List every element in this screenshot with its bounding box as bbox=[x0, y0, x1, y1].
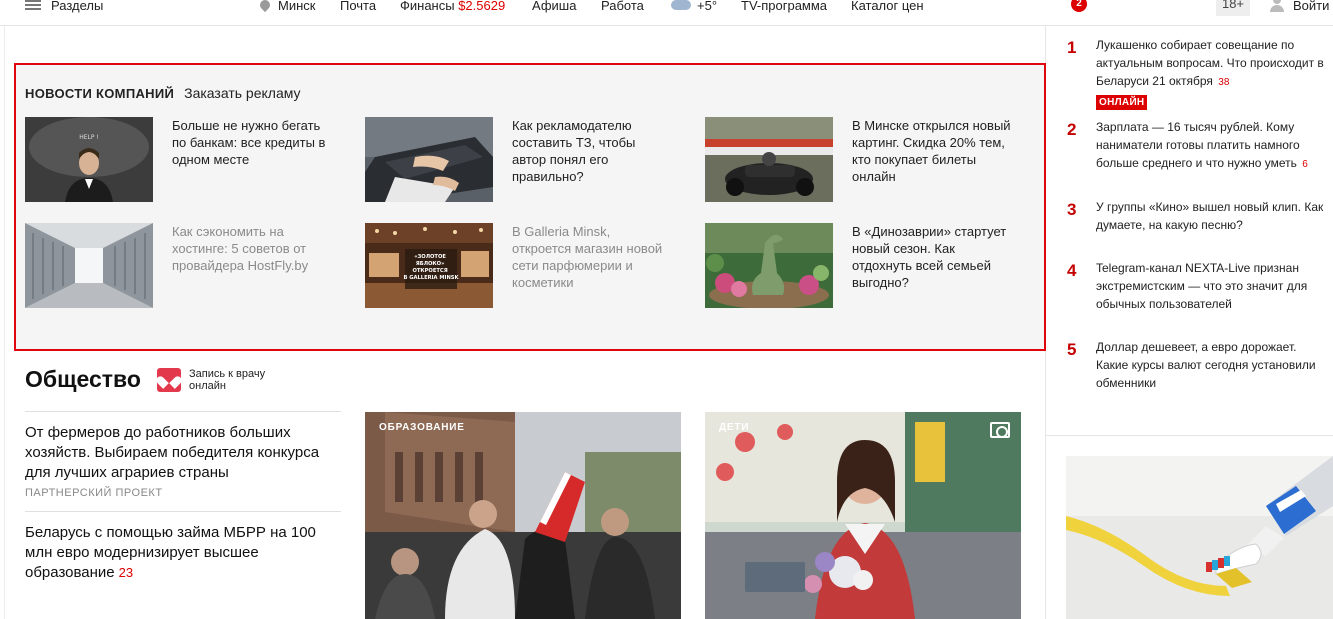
heart-icon[interactable] bbox=[157, 368, 181, 392]
menu-icon[interactable] bbox=[25, 0, 41, 10]
city-link[interactable]: Минск bbox=[257, 0, 316, 14]
news-headline-text: Беларусь с помощью займа МБРР на 100 млн… bbox=[25, 524, 316, 581]
card-headline: Как рекламодателю составить ТЗ, чтобы ав… bbox=[512, 118, 636, 184]
top-news-item[interactable]: 4 Telegram-канал NEXTA-Live признан экст… bbox=[1067, 259, 1333, 338]
society-news-list: От фермеров до работников больших хозяйс… bbox=[25, 411, 341, 595]
notification-badge[interactable]: 2 bbox=[1071, 0, 1087, 12]
company-news-card[interactable]: HELP ! Больше не нужно бегать по банкам:… bbox=[25, 117, 355, 207]
top-news-rank: 5 bbox=[1067, 340, 1077, 359]
section-title-society[interactable]: Общество bbox=[25, 366, 141, 393]
finance-label: Финансы bbox=[400, 0, 455, 13]
online-badge: ОНЛАЙН bbox=[1096, 95, 1148, 110]
photo-card-education[interactable]: ОБРАЗОВАНИЕ bbox=[365, 412, 681, 619]
temperature-label: +5° bbox=[697, 0, 718, 13]
top-news-list: 1 Лукашенко собирает совещание по актуал… bbox=[1067, 36, 1333, 408]
top-news-headline: Лукашенко собирает совещание по актуальн… bbox=[1096, 36, 1328, 110]
card-image: HELP ! bbox=[25, 117, 153, 202]
help-sign-text: HELP ! bbox=[79, 134, 99, 141]
top-news-headline: У группы «Кино» вышел новый клип. Как ду… bbox=[1096, 200, 1324, 232]
top-news-rank: 2 bbox=[1067, 120, 1077, 139]
card-headline: Как сэкономить на хостинге: 5 советов от… bbox=[172, 224, 309, 273]
currency-rate: $2.5629 bbox=[458, 0, 506, 13]
company-news-header: Новости компаний Заказать рекламу bbox=[25, 85, 301, 101]
partner-project-label: ПАРТНЕРСКИЙ ПРОЕКТ bbox=[25, 487, 163, 499]
top-news-headline: Доллар дешевеет, а евро дорожает. Какие … bbox=[1096, 340, 1316, 390]
card-headline: В Минске открылся новый картинг. Скидка … bbox=[852, 118, 1011, 184]
page-edge bbox=[4, 26, 5, 619]
weather-link[interactable]: +5° bbox=[671, 0, 717, 14]
right-column-divider bbox=[1046, 435, 1333, 436]
finance-link[interactable]: Финансы $2.5629 bbox=[400, 0, 505, 14]
price-catalog-link[interactable]: Каталог цен bbox=[851, 0, 924, 14]
company-news-card[interactable]: Как рекламодателю составить ТЗ, чтобы ав… bbox=[365, 117, 695, 207]
photo-category-tag[interactable]: ОБРАЗОВАНИЕ bbox=[379, 422, 465, 433]
list-item[interactable]: Беларусь с помощью займа МБРР на 100 млн… bbox=[25, 511, 341, 595]
top-news-rank: 1 bbox=[1067, 38, 1077, 57]
company-news-card[interactable]: В Минске открылся новый картинг. Скидка … bbox=[705, 117, 1035, 207]
comment-count[interactable]: 38 bbox=[1218, 77, 1229, 88]
news-headline: От фермеров до работников больших хозяйс… bbox=[25, 424, 320, 481]
city-label: Минск bbox=[278, 0, 316, 13]
top-news-text: Лукашенко собирает совещание по актуальн… bbox=[1096, 38, 1324, 88]
news-headline: Беларусь с помощью займа МБРР на 100 млн… bbox=[25, 523, 341, 583]
tv-program-link[interactable]: TV-программа bbox=[741, 0, 827, 14]
top-news-rank: 4 bbox=[1067, 261, 1077, 280]
company-news-card[interactable]: В «Динозаврии» стартует новый сезон. Как… bbox=[705, 223, 1035, 313]
order-ad-link[interactable]: Заказать рекламу bbox=[184, 85, 300, 101]
comment-count[interactable]: 23 bbox=[119, 565, 133, 580]
doctor-appointment-link[interactable]: Запись к врачу онлайн bbox=[189, 368, 289, 392]
card-image bbox=[705, 223, 833, 308]
mail-link[interactable]: Почта bbox=[340, 0, 376, 14]
top-news-item[interactable]: 5 Доллар дешевеет, а евро дорожает. Каки… bbox=[1067, 338, 1333, 408]
card-headline: Больше не нужно бегать по банкам: все кр… bbox=[172, 118, 326, 167]
location-pin-icon bbox=[257, 0, 273, 13]
card-headline: В «Динозаврии» стартует новый сезон. Как… bbox=[852, 224, 1007, 290]
afisha-link[interactable]: Афиша bbox=[532, 0, 576, 14]
age-restriction-badge: 18+ bbox=[1216, 0, 1250, 16]
top-news-item[interactable]: 2 Зарплата — 16 тысяч рублей. Кому наним… bbox=[1067, 118, 1333, 198]
top-news-text: Зарплата — 16 тысяч рублей. Кому нанимат… bbox=[1096, 120, 1300, 170]
comment-count[interactable]: 6 bbox=[1302, 159, 1308, 170]
list-item[interactable]: От фермеров до работников больших хозяйс… bbox=[25, 411, 341, 511]
camera-icon bbox=[990, 422, 1010, 438]
card-image bbox=[365, 117, 493, 202]
card-image: «ЗОЛОТОЕ ЯБЛОКО» ОТКРОЕТСЯ В GALLERIA MI… bbox=[365, 223, 493, 308]
login-link[interactable]: Войти bbox=[1293, 0, 1329, 14]
company-news-block: Новости компаний Заказать рекламу HELP ! … bbox=[14, 63, 1046, 351]
cloud-icon bbox=[671, 0, 691, 10]
top-news-rank: 3 bbox=[1067, 200, 1077, 219]
sections-link[interactable]: Разделы bbox=[51, 0, 103, 14]
work-link[interactable]: Работа bbox=[601, 0, 644, 14]
card-image bbox=[705, 117, 833, 202]
photo-category-tag[interactable]: ДЕТИ bbox=[719, 422, 749, 433]
card-image bbox=[25, 223, 153, 308]
top-news-item[interactable]: 3 У группы «Кино» вышел новый клип. Как … bbox=[1067, 198, 1333, 259]
photo-card-kids[interactable]: ДЕТИ bbox=[705, 412, 1021, 619]
top-news-headline: Зарплата — 16 тысяч рублей. Кому нанимат… bbox=[1096, 118, 1328, 174]
card-headline: В Galleria Minsk, откроется магазин ново… bbox=[512, 224, 663, 290]
advertisement-banner[interactable] bbox=[1066, 456, 1333, 619]
top-news-item[interactable]: 1 Лукашенко собирает совещание по актуал… bbox=[1067, 36, 1333, 118]
top-news-headline: Telegram-канал NEXTA-Live признан экстре… bbox=[1096, 261, 1308, 311]
top-navigation-bar: Разделы Минск Почта Финансы $2.5629 Афиш… bbox=[0, 0, 1333, 26]
company-news-card[interactable]: «ЗОЛОТОЕ ЯБЛОКО» ОТКРОЕТСЯ В GALLERIA MI… bbox=[365, 223, 695, 313]
company-news-title: Новости компаний bbox=[25, 86, 175, 101]
company-news-card[interactable]: Как сэкономить на хостинге: 5 советов от… bbox=[25, 223, 355, 313]
user-icon[interactable] bbox=[1270, 0, 1284, 12]
